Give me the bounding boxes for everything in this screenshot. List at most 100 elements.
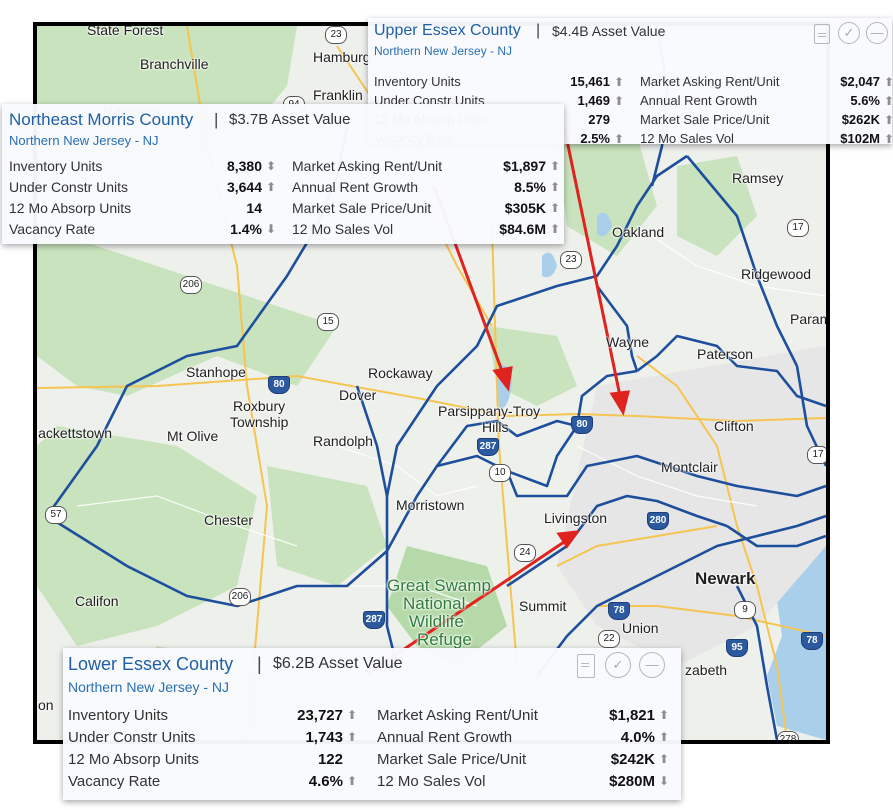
stat-label: Market Sale Price/Unit (292, 200, 432, 216)
place-label[interactable]: Hamburg (313, 49, 371, 65)
place-label[interactable]: Chester (204, 512, 253, 528)
stat-label: 12 Mo Sales Vol (377, 773, 486, 790)
checkmark-circle-icon[interactable]: ✓ (838, 22, 860, 44)
route-shield: 15 (317, 313, 339, 331)
checkmark-circle-icon[interactable]: ✓ (605, 652, 631, 678)
route-shield: 24 (514, 544, 536, 562)
stat-value: 23,727 (297, 707, 343, 724)
document-icon[interactable] (577, 654, 595, 678)
place-label[interactable]: Branchville (140, 56, 208, 72)
route-shield: 287 (363, 611, 385, 629)
stat-value: $84.6M (499, 221, 546, 237)
stat-label: Market Asking Rent/Unit (292, 158, 443, 174)
park-label[interactable]: Refuge (417, 631, 472, 648)
place-label[interactable]: Morristown (396, 497, 464, 513)
place-label[interactable]: Randolph (313, 433, 373, 449)
place-label[interactable]: Clifton (714, 418, 754, 434)
park-label[interactable]: National (403, 595, 465, 612)
route-shield: 278 (777, 731, 799, 740)
place-label[interactable]: Livingston (544, 510, 607, 526)
stat-value: $262K (841, 112, 880, 127)
place-label[interactable]: Franklin (313, 87, 363, 103)
route-shield: 280 (647, 512, 669, 530)
place-label[interactable]: Roxbury (233, 398, 285, 414)
minus-circle-icon[interactable]: — (866, 22, 888, 44)
trend-up-icon: ⬆ (614, 132, 625, 146)
market-subtitle[interactable]: Northern New Jersey - NJ (374, 44, 512, 58)
place-label[interactable]: Stanhope (186, 364, 246, 380)
popup-title[interactable]: Lower Essex County (68, 654, 233, 675)
stat-value: $280M (609, 773, 655, 790)
place-label[interactable]: Ramsey (732, 170, 783, 186)
route-shield: 17 (787, 219, 809, 237)
place-label[interactable]: Ridgewood (741, 266, 811, 282)
popup-northeast-morris[interactable]: Northeast Morris County | $3.7B Asset Va… (2, 104, 564, 244)
stat-value: 5.6% (850, 93, 880, 108)
trend-up-icon: ⬆ (884, 94, 893, 108)
trend-up-icon: ⬆ (614, 94, 625, 108)
route-shield: 9 (734, 601, 756, 619)
place-label[interactable]: Rockaway (368, 365, 433, 381)
document-icon[interactable] (814, 24, 830, 44)
stat-value: $102M (840, 131, 880, 146)
place-label[interactable]: Param (790, 311, 826, 327)
place-label[interactable]: Parsippany-Troy (438, 403, 540, 419)
trend-up-icon: ⬆ (550, 201, 561, 215)
stat-value: 1,743 (305, 729, 343, 746)
route-shield: 22 (598, 630, 620, 648)
popup-lower-essex[interactable]: Lower Essex County | $6.2B Asset Value N… (63, 648, 681, 800)
stat-value: 8,380 (226, 158, 262, 174)
title-separator: | (214, 110, 219, 129)
popup-title[interactable]: Upper Essex County (374, 22, 521, 40)
place-label[interactable]: on (38, 697, 54, 713)
route-shield: 80 (268, 376, 290, 394)
trend-down-icon: ⬇ (659, 774, 670, 788)
trend-up-icon: ⬆ (347, 708, 358, 722)
trend-up-icon: ⬆ (884, 75, 893, 89)
route-shield: 57 (45, 506, 67, 524)
stat-label: Inventory Units (374, 74, 461, 89)
market-subtitle[interactable]: Northern New Jersey - NJ (9, 133, 159, 148)
stat-value: 1.4% (230, 221, 262, 237)
stat-value: $1,897 (503, 158, 546, 174)
minus-circle-icon[interactable]: — (639, 652, 665, 678)
place-label[interactable]: Dover (339, 387, 376, 403)
stat-value: 4.0% (620, 729, 655, 746)
place-label[interactable]: Summit (519, 598, 566, 614)
park-label[interactable]: Wildlife (409, 613, 464, 630)
stat-value: $2,047 (840, 74, 880, 89)
place-label[interactable]: Mt Olive (167, 428, 218, 444)
asset-value: $4.4B Asset Value (552, 23, 666, 39)
stat-label: Under Constr Units (9, 179, 129, 195)
place-label[interactable]: Califon (75, 593, 119, 609)
place-label[interactable]: Wayne (606, 334, 649, 350)
place-label[interactable]: Montclair (661, 459, 718, 475)
place-label[interactable]: Paterson (697, 346, 753, 362)
stat-label: Vacancy Rate (68, 773, 161, 790)
stat-value: 122 (317, 751, 343, 768)
place-label[interactable]: Newark (695, 570, 755, 587)
route-shield: 78 (801, 632, 823, 650)
place-label[interactable]: Township (230, 414, 288, 430)
route-shield: 206 (229, 588, 251, 606)
place-label[interactable]: Hackettstown (37, 425, 112, 441)
trend-up-icon: ⬆ (550, 159, 561, 173)
park-label[interactable]: Great Swamp (387, 577, 491, 594)
route-shield: 78 (608, 602, 630, 620)
popup-title[interactable]: Northeast Morris County (9, 110, 193, 130)
stat-label: Annual Rent Growth (292, 179, 419, 195)
forest-label[interactable]: State Forest (87, 26, 163, 38)
stat-value: 8.5% (514, 179, 546, 195)
place-label[interactable]: Union (622, 620, 659, 636)
place-label[interactable]: Oakland (612, 224, 664, 240)
stat-label: Inventory Units (68, 707, 169, 724)
stat-label: Vacancy Rate (9, 221, 96, 237)
asset-value: $3.7B Asset Value (229, 111, 351, 128)
market-subtitle[interactable]: Northern New Jersey - NJ (68, 679, 229, 695)
trend-up-icon: ⬆ (884, 132, 893, 146)
trend-up-icon: ⬆ (659, 752, 670, 766)
stat-value: $242K (610, 751, 655, 768)
place-label[interactable]: zabeth (685, 662, 727, 678)
place-label[interactable]: Hills (482, 419, 508, 435)
stat-label: 12 Mo Sales Vol (292, 221, 394, 237)
